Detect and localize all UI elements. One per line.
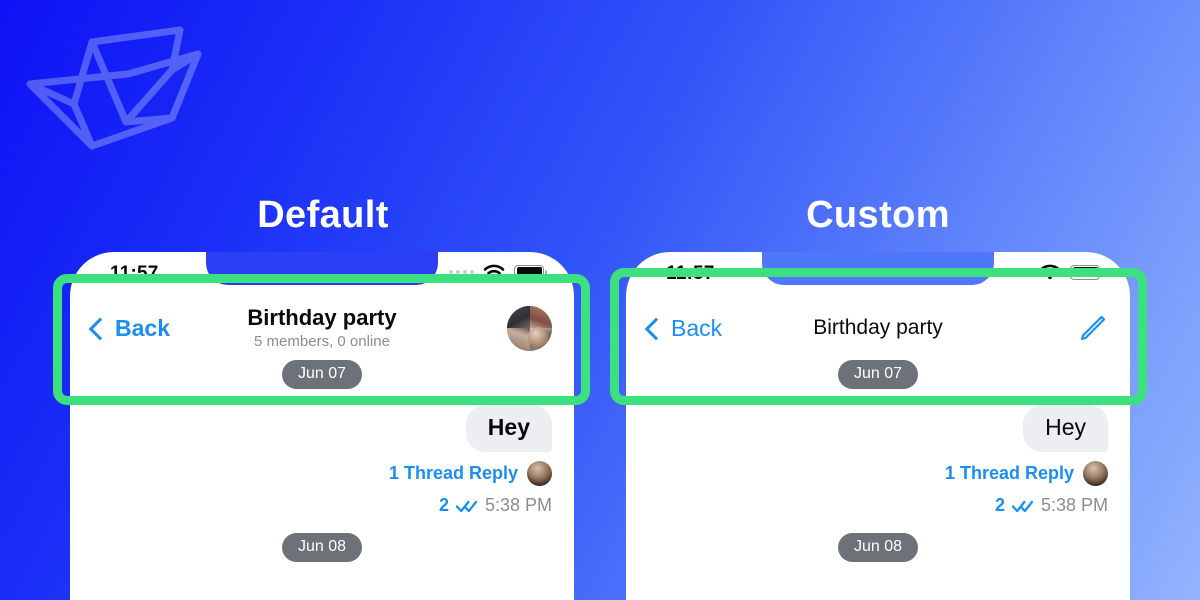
thread-reply-link[interactable]: 1 Thread Reply bbox=[945, 463, 1074, 484]
phone-mock-default: 11:57 Back Birthday party 5 members, 0 o… bbox=[70, 252, 574, 600]
double-check-icon bbox=[455, 500, 478, 512]
read-count: 2 bbox=[438, 495, 449, 515]
chat-title: Birthday party bbox=[247, 304, 397, 330]
thread-reply-row[interactable]: 1 Thread Reply bbox=[648, 461, 1108, 486]
battery-icon bbox=[1070, 264, 1103, 280]
nav-right-action[interactable] bbox=[507, 305, 552, 351]
status-bar: 11:57 bbox=[626, 252, 1130, 296]
date-separator-top: Jun 07 bbox=[837, 360, 919, 389]
status-indicators bbox=[449, 264, 547, 280]
panel-title-custom: Custom bbox=[806, 194, 950, 236]
message-row: Hey bbox=[92, 405, 552, 452]
status-bar: 11:57 bbox=[70, 252, 574, 296]
message-time: 5:38 PM bbox=[484, 495, 552, 515]
date-separator-bottom: Jun 08 bbox=[837, 533, 919, 562]
signal-dots-icon bbox=[449, 270, 474, 274]
wifi-icon bbox=[1039, 264, 1061, 280]
chevron-left-icon bbox=[88, 317, 112, 340]
message-bubble[interactable]: Hey bbox=[465, 405, 552, 452]
notch bbox=[762, 252, 994, 285]
thread-participant-avatar bbox=[527, 461, 552, 486]
chat-area: Jun 07 Hey 1 Thread Reply 2 5:38 PM Jun … bbox=[626, 360, 1130, 600]
thread-participant-avatar bbox=[1083, 461, 1108, 486]
status-indicators bbox=[1005, 264, 1103, 280]
message-meta: 2 5:38 PM bbox=[92, 495, 552, 516]
nav-right-action[interactable] bbox=[1078, 313, 1108, 343]
status-time: 11:57 bbox=[666, 263, 715, 284]
read-count: 2 bbox=[994, 495, 1005, 515]
thread-reply-row[interactable]: 1 Thread Reply bbox=[92, 461, 552, 486]
message-bubble[interactable]: Hey bbox=[1023, 405, 1108, 452]
nav-bar: Back Birthday party bbox=[626, 296, 1130, 360]
nav-bar: Back Birthday party 5 members, 0 online bbox=[70, 296, 574, 360]
back-label: Back bbox=[115, 314, 170, 341]
group-avatar[interactable] bbox=[507, 305, 552, 351]
date-separator-top: Jun 07 bbox=[281, 360, 363, 389]
chat-subtitle: 5 members, 0 online bbox=[254, 332, 390, 350]
date-separator-bottom: Jun 08 bbox=[281, 533, 363, 562]
chevron-left-icon bbox=[644, 317, 668, 340]
chat-title: Birthday party bbox=[813, 315, 943, 339]
message-row: Hey bbox=[648, 405, 1108, 452]
paper-boat-logo bbox=[26, 26, 202, 150]
thread-reply-link[interactable]: 1 Thread Reply bbox=[389, 463, 518, 484]
double-check-icon bbox=[1011, 500, 1034, 512]
phone-mock-custom: 11:57 Back Birthday party Jun 07 Hey 1 T… bbox=[626, 252, 1130, 600]
signal-dots-icon bbox=[1005, 270, 1030, 274]
battery-icon bbox=[514, 264, 547, 280]
screenshot-root: Default 11:57 Back Birthday party 5 memb… bbox=[0, 0, 1200, 600]
panel-title-default: Default bbox=[257, 194, 389, 236]
message-time: 5:38 PM bbox=[1040, 495, 1108, 515]
back-button[interactable]: Back bbox=[88, 314, 170, 342]
wifi-icon bbox=[483, 264, 505, 280]
back-label: Back bbox=[671, 314, 723, 341]
notch bbox=[206, 252, 438, 285]
status-time: 11:57 bbox=[110, 263, 159, 284]
edit-pencil-icon[interactable] bbox=[1078, 313, 1108, 343]
message-meta: 2 5:38 PM bbox=[648, 495, 1108, 516]
back-button[interactable]: Back bbox=[644, 314, 723, 342]
chat-area: Jun 07 Hey 1 Thread Reply 2 5:38 PM Jun … bbox=[70, 360, 574, 600]
